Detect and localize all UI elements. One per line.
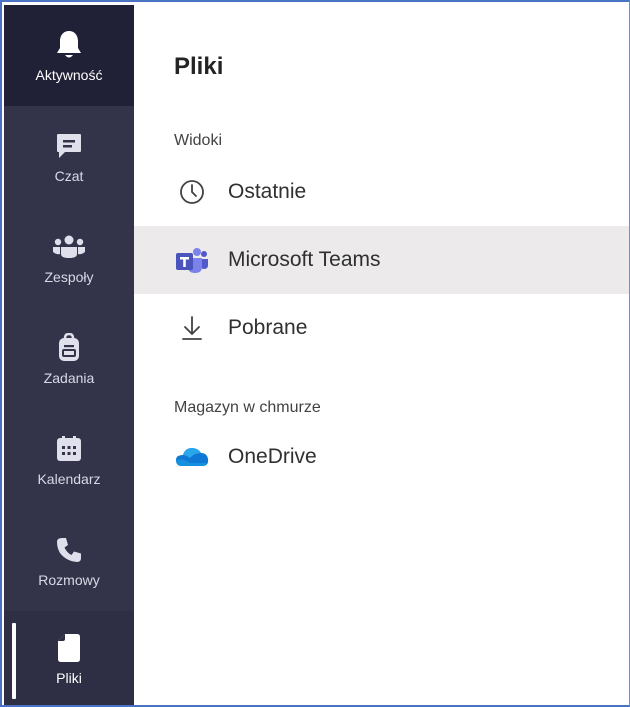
rail-item-label: Pliki (56, 670, 82, 686)
cloud-storage-section-header: Magazyn w chmurze (174, 399, 321, 416)
rail-item-calls[interactable]: Rozmowy (4, 510, 134, 611)
phone-icon (52, 533, 86, 567)
rail-item-activity[interactable]: Aktywność (4, 5, 134, 106)
rail-item-files[interactable]: Pliki (4, 611, 134, 705)
cloud-item-label: OneDrive (228, 445, 317, 468)
app-rail: Aktywność Czat Zespoły Zadania Kalendarz… (4, 5, 134, 705)
onedrive-icon (174, 439, 210, 475)
calendar-icon (52, 432, 86, 466)
rail-item-chat[interactable]: Czat (4, 106, 134, 207)
view-item-label: Microsoft Teams (228, 248, 381, 271)
rail-item-label: Aktywność (35, 66, 103, 83)
chat-icon (52, 129, 86, 163)
rail-item-assignments[interactable]: Zadania (4, 308, 134, 409)
files-panel: Pliki Widoki Ostatnie Microsoft Teams Po… (134, 5, 629, 705)
teams-window: Aktywność Czat Zespoły Zadania Kalendarz… (0, 0, 630, 707)
file-icon (52, 631, 86, 665)
views-section-header: Widoki (174, 132, 223, 149)
microsoft-teams-icon (174, 242, 210, 278)
rail-item-label: Kalendarz (37, 470, 101, 487)
view-item-downloads[interactable]: Pobrane (134, 294, 629, 362)
bell-icon (52, 28, 86, 62)
page-title: Pliki (174, 53, 224, 80)
rail-item-label: Rozmowy (38, 571, 100, 588)
assignments-icon (52, 331, 86, 365)
rail-item-calendar[interactable]: Kalendarz (4, 409, 134, 510)
clock-icon (174, 174, 210, 210)
download-icon (174, 310, 210, 346)
view-item-label: Pobrane (228, 316, 308, 339)
rail-item-label: Czat (54, 167, 84, 184)
selected-indicator (12, 623, 16, 699)
view-item-label: Ostatnie (228, 180, 307, 203)
cloud-item-onedrive[interactable]: OneDrive (134, 423, 629, 491)
rail-item-label: Zespoły (44, 268, 94, 285)
view-item-recent[interactable]: Ostatnie (134, 158, 629, 226)
rail-item-label: Zadania (43, 369, 95, 386)
view-item-microsoft-teams[interactable]: Microsoft Teams (134, 226, 629, 294)
teams-icon (52, 230, 86, 264)
rail-item-teams[interactable]: Zespoły (4, 207, 134, 308)
